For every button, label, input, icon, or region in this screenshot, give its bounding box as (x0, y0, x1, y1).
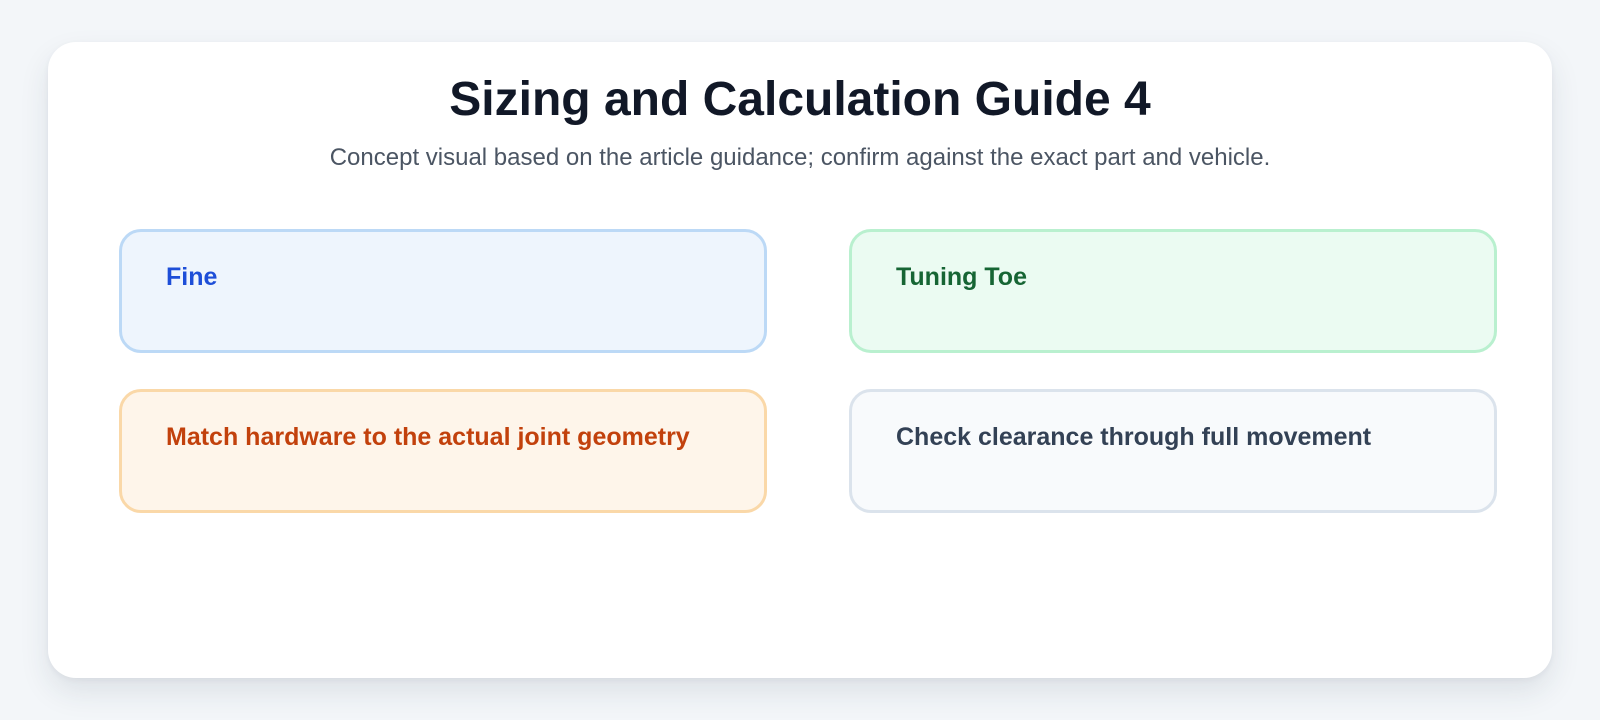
panel-label: Match hardware to the actual joint geome… (166, 423, 690, 451)
guide-card (48, 42, 1552, 678)
panel-label: Tuning Toe (896, 263, 1027, 291)
page-subtitle: Concept visual based on the article guid… (329, 144, 1271, 171)
panel-match-hardware: Match hardware to the actual joint geome… (119, 389, 767, 513)
panel-label: Check clearance through full movement (896, 423, 1372, 451)
page-title: Sizing and Calculation Guide 4 (449, 73, 1151, 126)
panel-tuning-toe: Tuning Toe (849, 229, 1497, 353)
panel-check-clearance: Check clearance through full movement (849, 389, 1497, 513)
panel-label: Fine (166, 263, 218, 291)
panel-fine: Fine (119, 229, 767, 353)
